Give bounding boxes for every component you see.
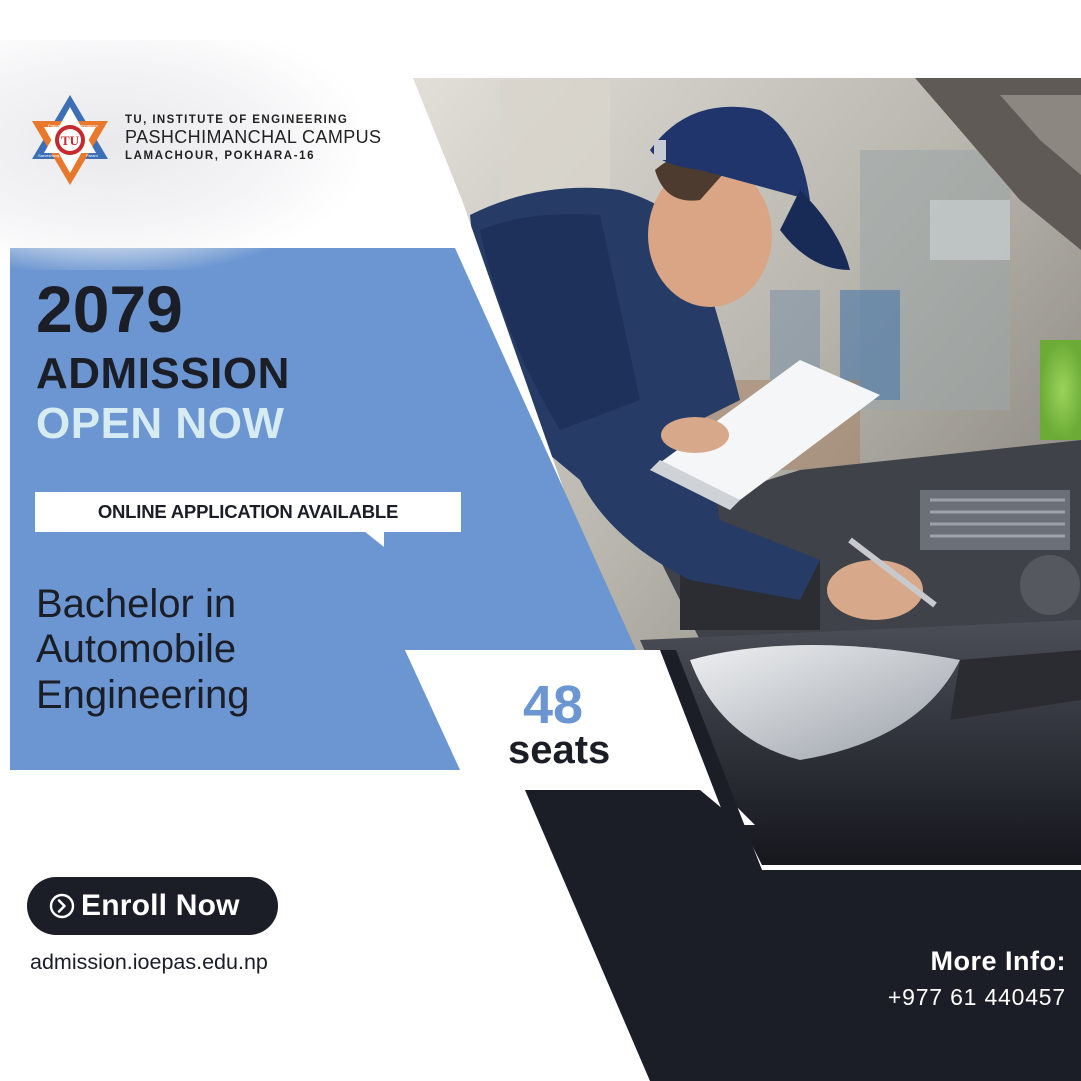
more-info-heading: More Info: [930,946,1066,976]
enroll-now-button[interactable]: Enroll Now [27,877,278,935]
poster: TU Prajnam Brahmanam Sarveshang Param TU… [0,0,1081,1081]
enroll-now-label: Enroll Now [81,889,240,922]
phone-number[interactable]: +977 61 440457 [888,984,1066,1011]
seats-count: 48 [523,675,584,735]
online-application-text: ONLINE APPLICATION AVAILABLE [97,501,399,522]
website-link[interactable]: admission.ioepas.edu.np [30,950,268,975]
arrow-circle-right-icon [49,893,75,919]
online-application-banner: ONLINE APPLICATION AVAILABLE [35,492,461,532]
svg-text:Sarveshang: Sarveshang [38,153,59,158]
speech-bubble-tail [364,531,384,547]
svg-text:Brahmanam: Brahmanam [76,123,98,128]
svg-text:TU: TU [61,133,80,148]
program-name-line3: Engineering [36,673,250,717]
campus-address: LAMACHOUR, POKHARA-16 [125,150,316,162]
svg-text:Prajnam: Prajnam [48,123,64,128]
admission-year: 2079 [36,272,183,346]
institute-name: TU, INSTITUTE OF ENGINEERING [125,114,349,126]
campus-name: PASHCHIMANCHAL CAMPUS [125,127,382,147]
program-name-line1: Bachelor in [36,582,237,626]
seats-label: seats [508,728,611,772]
admission-heading: ADMISSION [36,349,290,398]
program-name-line2: Automobile [36,627,237,671]
svg-text:Param: Param [86,153,98,158]
open-now-heading: OPEN NOW [36,399,285,448]
tu-logo-icon: TU Prajnam Brahmanam Sarveshang Param [32,95,108,185]
